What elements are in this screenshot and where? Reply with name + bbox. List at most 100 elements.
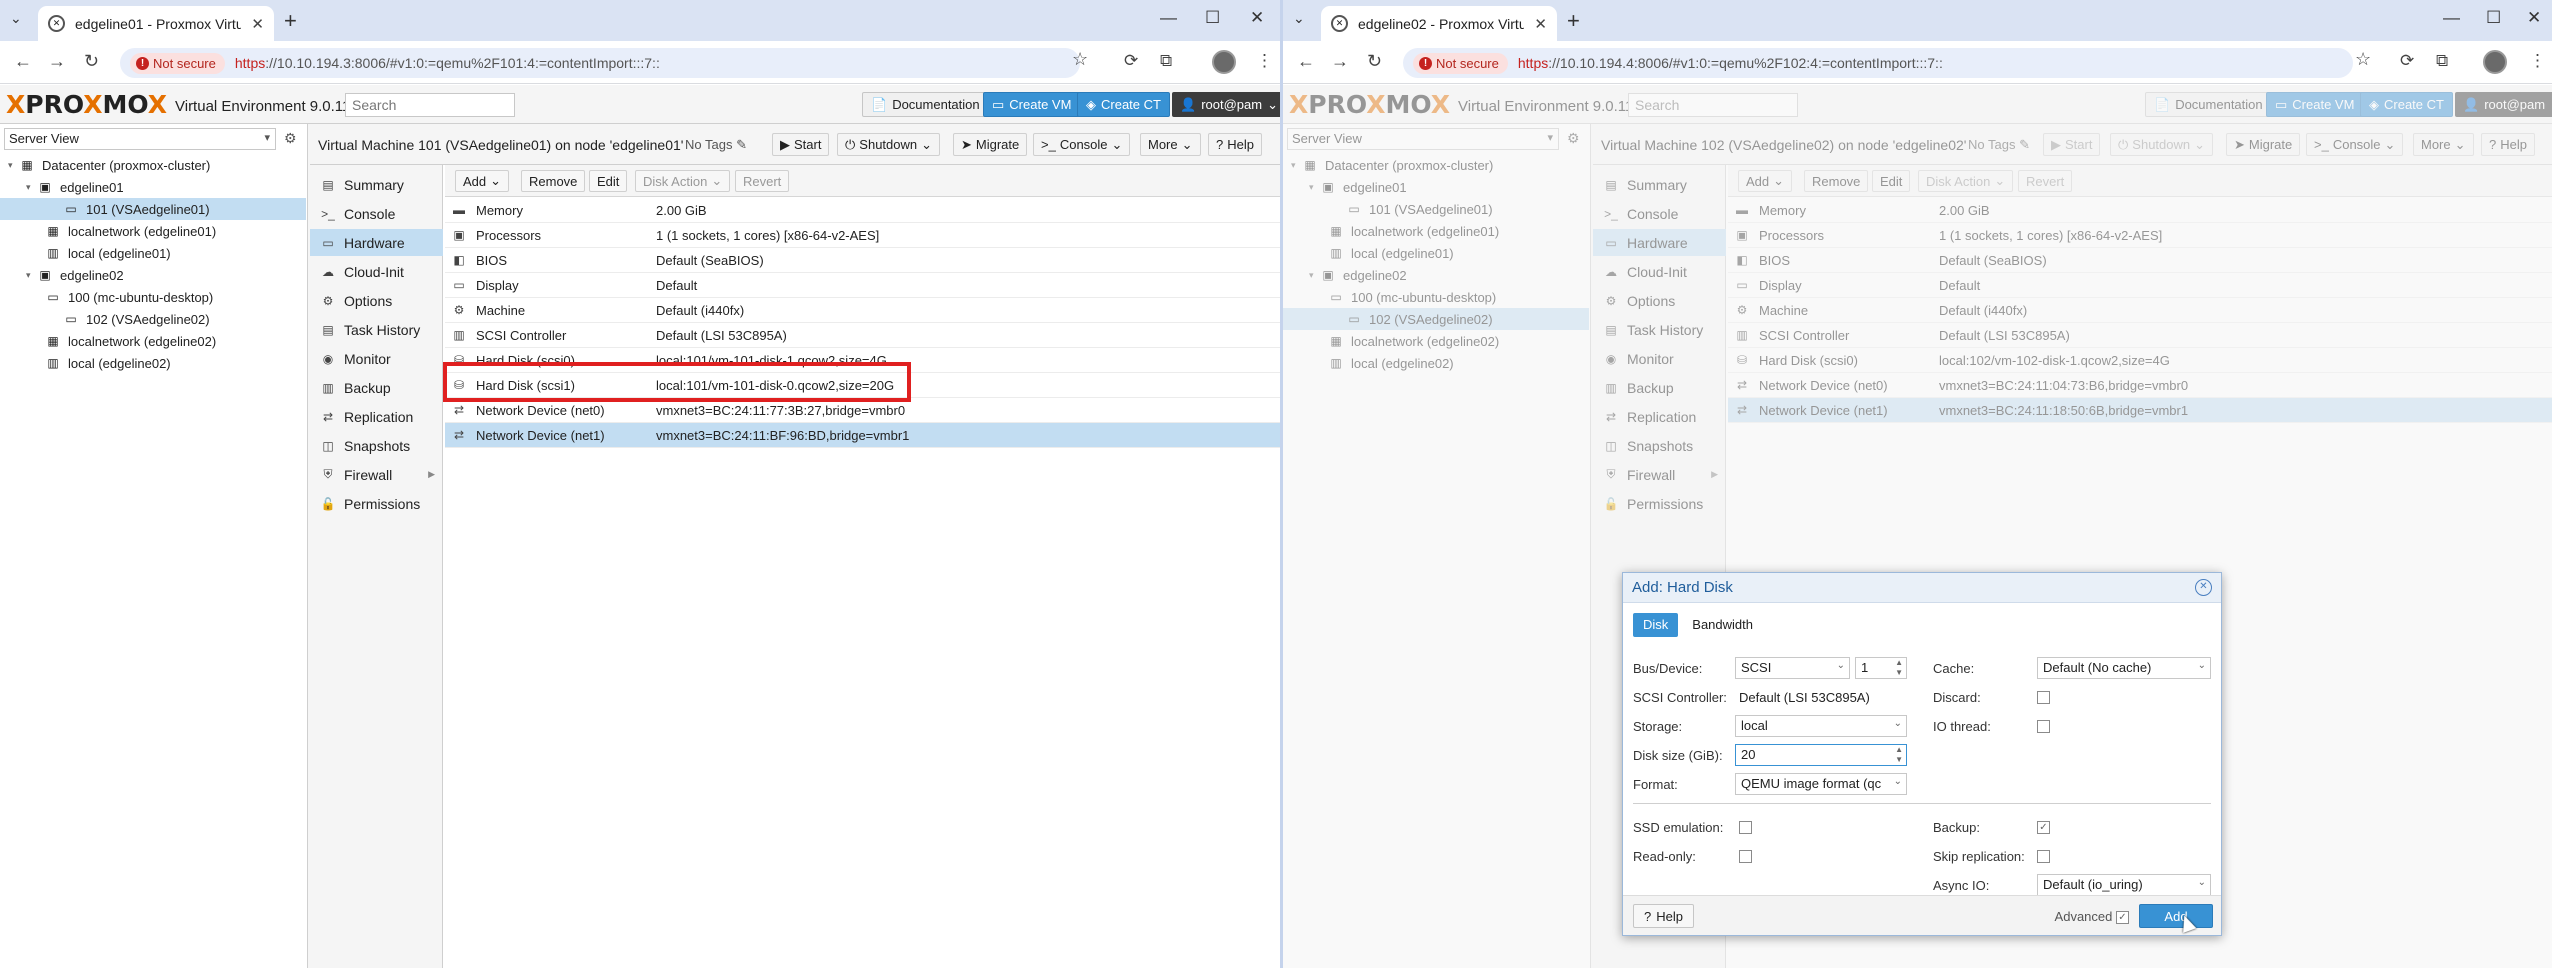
nav-item-monitor[interactable]: ◉ Monitor bbox=[1593, 345, 1726, 372]
tree-node[interactable]: ▭ 102 (VSAedgeline02) bbox=[0, 308, 306, 330]
reload-icon[interactable]: ↻ bbox=[84, 51, 99, 72]
tree-expander-icon[interactable]: ▾ bbox=[8, 160, 18, 171]
new-tab-icon[interactable]: + bbox=[1567, 8, 1580, 34]
nav-item-firewall[interactable]: ⛨ Firewall ▶ bbox=[310, 461, 443, 488]
documentation-button[interactable]: 📄 Documentation bbox=[862, 92, 989, 117]
nav-item-summary[interactable]: ▤ Summary bbox=[310, 171, 443, 198]
advanced-toggle[interactable]: Advanced ✓ bbox=[2055, 909, 2129, 925]
tree-node[interactable]: ▾ ▣ edgeline02 bbox=[1283, 264, 1589, 286]
sync-icon[interactable]: ⟳ bbox=[2400, 51, 2414, 71]
nav-item-summary[interactable]: ▤ Summary bbox=[1593, 171, 1726, 198]
server-view-select[interactable]: Server View ▾ bbox=[1287, 128, 1559, 150]
discard-checkbox[interactable] bbox=[2037, 691, 2050, 704]
tree-node[interactable]: ▦ localnetwork (edgeline02) bbox=[0, 330, 306, 352]
pencil-icon[interactable]: ✎ bbox=[736, 137, 747, 152]
create-vm-button[interactable]: ▭ Create VM bbox=[2266, 92, 2364, 117]
server-view-select[interactable]: Server View ▾ bbox=[4, 128, 276, 150]
nav-item-replication[interactable]: ⇄ Replication bbox=[310, 403, 443, 430]
not-secure-badge[interactable]: ! Not secure bbox=[1413, 52, 1508, 74]
create-ct-button[interactable]: ◈ Create CT bbox=[1077, 92, 1170, 117]
tree-node[interactable]: ▾ ▣ edgeline01 bbox=[0, 176, 306, 198]
nav-item-hardware[interactable]: ▭ Hardware bbox=[310, 229, 443, 256]
async-io-select[interactable]: Default (io_uring) ⌄ bbox=[2037, 874, 2211, 896]
tree-node[interactable]: ▭ 101 (VSAedgeline01) bbox=[1283, 198, 1589, 220]
hw-revert-button[interactable]: Revert bbox=[2018, 170, 2073, 192]
hw-add-button[interactable]: Add ⌄ bbox=[455, 170, 510, 192]
more-button[interactable]: More ⌄ bbox=[1140, 133, 1201, 156]
help-button[interactable]: ? Help bbox=[2481, 133, 2535, 156]
dialog-help-button[interactable]: ? Help bbox=[1633, 904, 1694, 928]
tree-expander-icon[interactable]: ▾ bbox=[26, 270, 36, 281]
hardware-row[interactable]: ⇄ Network Device (net0) vmxnet3=BC:24:11:0… bbox=[1728, 373, 2552, 398]
console-button[interactable]: >_ Console ⌄ bbox=[2306, 133, 2404, 156]
forward-icon[interactable]: → bbox=[48, 51, 66, 72]
menu-dots-icon[interactable]: ⋮ bbox=[1256, 51, 1273, 71]
nav-item-cloud-init[interactable]: ☁ Cloud-Init bbox=[310, 258, 443, 285]
skip-replication-checkbox[interactable] bbox=[2037, 850, 2050, 863]
nav-item-snapshots[interactable]: ◫ Snapshots bbox=[1593, 432, 1726, 459]
shutdown-button[interactable]: ⏻ Shutdown ⌄ bbox=[837, 133, 941, 156]
maximize-icon[interactable]: ☐ bbox=[1205, 8, 1220, 28]
tree-node[interactable]: ▾ ▣ edgeline01 bbox=[1283, 176, 1589, 198]
migrate-button[interactable]: ➤ Migrate bbox=[953, 133, 1028, 156]
hardware-row[interactable]: ▥ SCSI Controller Default (LSI 53C895A) bbox=[445, 323, 1280, 348]
nav-item-monitor[interactable]: ◉ Monitor bbox=[310, 345, 443, 372]
tree-node[interactable]: ▥ local (edgeline01) bbox=[1283, 242, 1589, 264]
hw-revert-button[interactable]: Revert bbox=[735, 170, 790, 192]
hardware-row[interactable]: ▬ Memory 2.00 GiB bbox=[1728, 198, 2552, 223]
documentation-button[interactable]: 📄 Documentation bbox=[2145, 92, 2272, 117]
backup-checkbox[interactable]: ✓ bbox=[2037, 821, 2050, 834]
close-tab-icon[interactable]: ✕ bbox=[251, 15, 264, 33]
tree-node[interactable]: ▭ 102 (VSAedgeline02) bbox=[1283, 308, 1589, 330]
hardware-row[interactable]: ▭ Display Default bbox=[445, 273, 1280, 298]
profile-avatar[interactable] bbox=[1212, 50, 1236, 74]
hw-remove-button[interactable]: Remove bbox=[1804, 170, 1869, 192]
tree-expander-icon[interactable]: ▾ bbox=[26, 182, 36, 193]
tags-field[interactable]: No Tags ✎ bbox=[1968, 137, 2030, 153]
tree-node[interactable]: ▭ 101 (VSAedgeline01) bbox=[0, 198, 306, 220]
pencil-icon[interactable]: ✎ bbox=[2019, 137, 2030, 152]
browser-tab[interactable]: ✕ edgeline02 - Proxmox Virtual Environme… bbox=[1321, 6, 1557, 41]
extensions-icon[interactable]: ⧉ bbox=[2436, 51, 2448, 71]
hardware-row[interactable]: ▣ Processors 1 (1 sockets, 1 cores) [x86-6… bbox=[1728, 223, 2552, 248]
start-button[interactable]: ▶ Start bbox=[2043, 133, 2101, 156]
forward-icon[interactable]: → bbox=[1331, 51, 1349, 72]
nav-item-console[interactable]: >_ Console bbox=[310, 200, 443, 227]
hardware-row[interactable]: ⚙ Machine Default (i440fx) bbox=[1728, 298, 2552, 323]
tree-node[interactable]: ▭ 100 (mc-ubuntu-desktop) bbox=[1283, 286, 1589, 308]
tree-node[interactable]: ▥ local (edgeline02) bbox=[1283, 352, 1589, 374]
nav-item-options[interactable]: ⚙ Options bbox=[310, 287, 443, 314]
browser-tab[interactable]: ✕ edgeline01 - Proxmox Virtual Environme… bbox=[38, 6, 274, 41]
hw-remove-button[interactable]: Remove bbox=[521, 170, 586, 192]
hardware-row[interactable]: ▭ Display Default bbox=[1728, 273, 2552, 298]
disk-size-input[interactable]: 20 ▲ ▼ bbox=[1735, 744, 1907, 766]
device-number-input[interactable]: 1 ▲ ▼ bbox=[1855, 657, 1907, 679]
tree-node[interactable]: ▭ 100 (mc-ubuntu-desktop) bbox=[0, 286, 306, 308]
more-button[interactable]: More ⌄ bbox=[2413, 133, 2474, 156]
bus-select[interactable]: SCSI ⌄ bbox=[1735, 657, 1850, 679]
hw-disk-action-button[interactable]: Disk Action ⌄ bbox=[1918, 170, 2014, 192]
nav-item-backup[interactable]: ▥ Backup bbox=[1593, 374, 1726, 401]
bookmark-star-icon[interactable]: ☆ bbox=[2355, 49, 2371, 70]
create-ct-button[interactable]: ◈ Create CT bbox=[2360, 92, 2453, 117]
hw-disk-action-button[interactable]: Disk Action ⌄ bbox=[635, 170, 731, 192]
hardware-row[interactable]: ⇄ Network Device (net1) vmxnet3=BC:24:11:B… bbox=[445, 423, 1280, 448]
maximize-icon[interactable]: ☐ bbox=[2486, 8, 2501, 28]
nav-item-hardware[interactable]: ▭ Hardware bbox=[1593, 229, 1726, 256]
url-field[interactable]: ! Not secure https://10.10.194.3:8006/#v1… bbox=[120, 48, 1080, 78]
sync-icon[interactable]: ⟳ bbox=[1124, 51, 1138, 71]
tree-node[interactable]: ▾ ▦ Datacenter (proxmox-cluster) bbox=[0, 154, 306, 176]
tree-node[interactable]: ▦ localnetwork (edgeline01) bbox=[0, 220, 306, 242]
minimize-icon[interactable]: — bbox=[1160, 8, 1177, 28]
nav-item-firewall[interactable]: ⛨ Firewall ▶ bbox=[1593, 461, 1726, 488]
nav-item-console[interactable]: >_ Console bbox=[1593, 200, 1726, 227]
nav-item-task-history[interactable]: ▤ Task History bbox=[1593, 316, 1726, 343]
tree-node[interactable]: ▾ ▦ Datacenter (proxmox-cluster) bbox=[1283, 154, 1589, 176]
nav-item-backup[interactable]: ▥ Backup bbox=[310, 374, 443, 401]
tab-bandwidth[interactable]: Bandwidth bbox=[1682, 613, 1763, 637]
profile-avatar[interactable] bbox=[2483, 50, 2507, 74]
create-vm-button[interactable]: ▭ Create VM bbox=[983, 92, 1081, 117]
advanced-checkbox[interactable]: ✓ bbox=[2116, 911, 2129, 925]
tab-disk[interactable]: Disk bbox=[1633, 613, 1679, 637]
nav-item-replication[interactable]: ⇄ Replication bbox=[1593, 403, 1726, 430]
